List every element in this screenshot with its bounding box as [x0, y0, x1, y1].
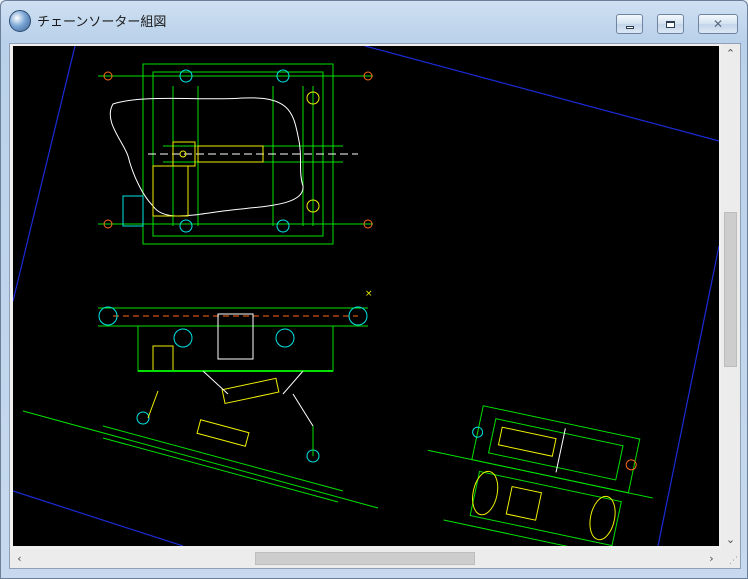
side-view: [427, 405, 653, 546]
resize-grip-icon[interactable]: ⋰: [721, 549, 740, 568]
minimize-icon: [625, 25, 634, 29]
top-view: [98, 63, 373, 245]
title-bar[interactable]: チェーンソーター組図 ✕: [1, 1, 747, 39]
client-area: × ⌃ ⌄ ‹ › ⋰: [9, 43, 741, 569]
minimize-button[interactable]: [616, 14, 643, 34]
horizontal-scrollbar[interactable]: ‹ ›: [10, 549, 721, 568]
cad-viewer-window: チェーンソーター組図 ✕ × ⌃ ⌄ ‹ › ⋰: [0, 0, 748, 579]
horizontal-scroll-thumb[interactable]: [255, 552, 475, 565]
drawing-canvas[interactable]: ×: [13, 46, 719, 546]
vertical-scroll-thumb[interactable]: [724, 212, 737, 367]
close-button[interactable]: ✕: [698, 14, 738, 34]
cad-drawing: ×: [13, 46, 719, 546]
front-view: ×: [22, 289, 379, 509]
window-title: チェーンソーター組図: [37, 15, 167, 30]
svg-text:×: ×: [365, 289, 373, 299]
arrow-right-icon[interactable]: ›: [702, 549, 721, 568]
vertical-scrollbar[interactable]: ⌃ ⌄: [721, 44, 740, 549]
arrow-down-icon[interactable]: ⌄: [721, 530, 740, 549]
maximize-button[interactable]: [657, 14, 684, 34]
arrow-left-icon[interactable]: ‹: [10, 549, 29, 568]
close-icon: ✕: [712, 17, 724, 31]
arrow-up-icon[interactable]: ⌃: [721, 44, 740, 63]
maximize-icon: [666, 20, 675, 28]
cad-viewer-icon[interactable]: [9, 10, 31, 32]
